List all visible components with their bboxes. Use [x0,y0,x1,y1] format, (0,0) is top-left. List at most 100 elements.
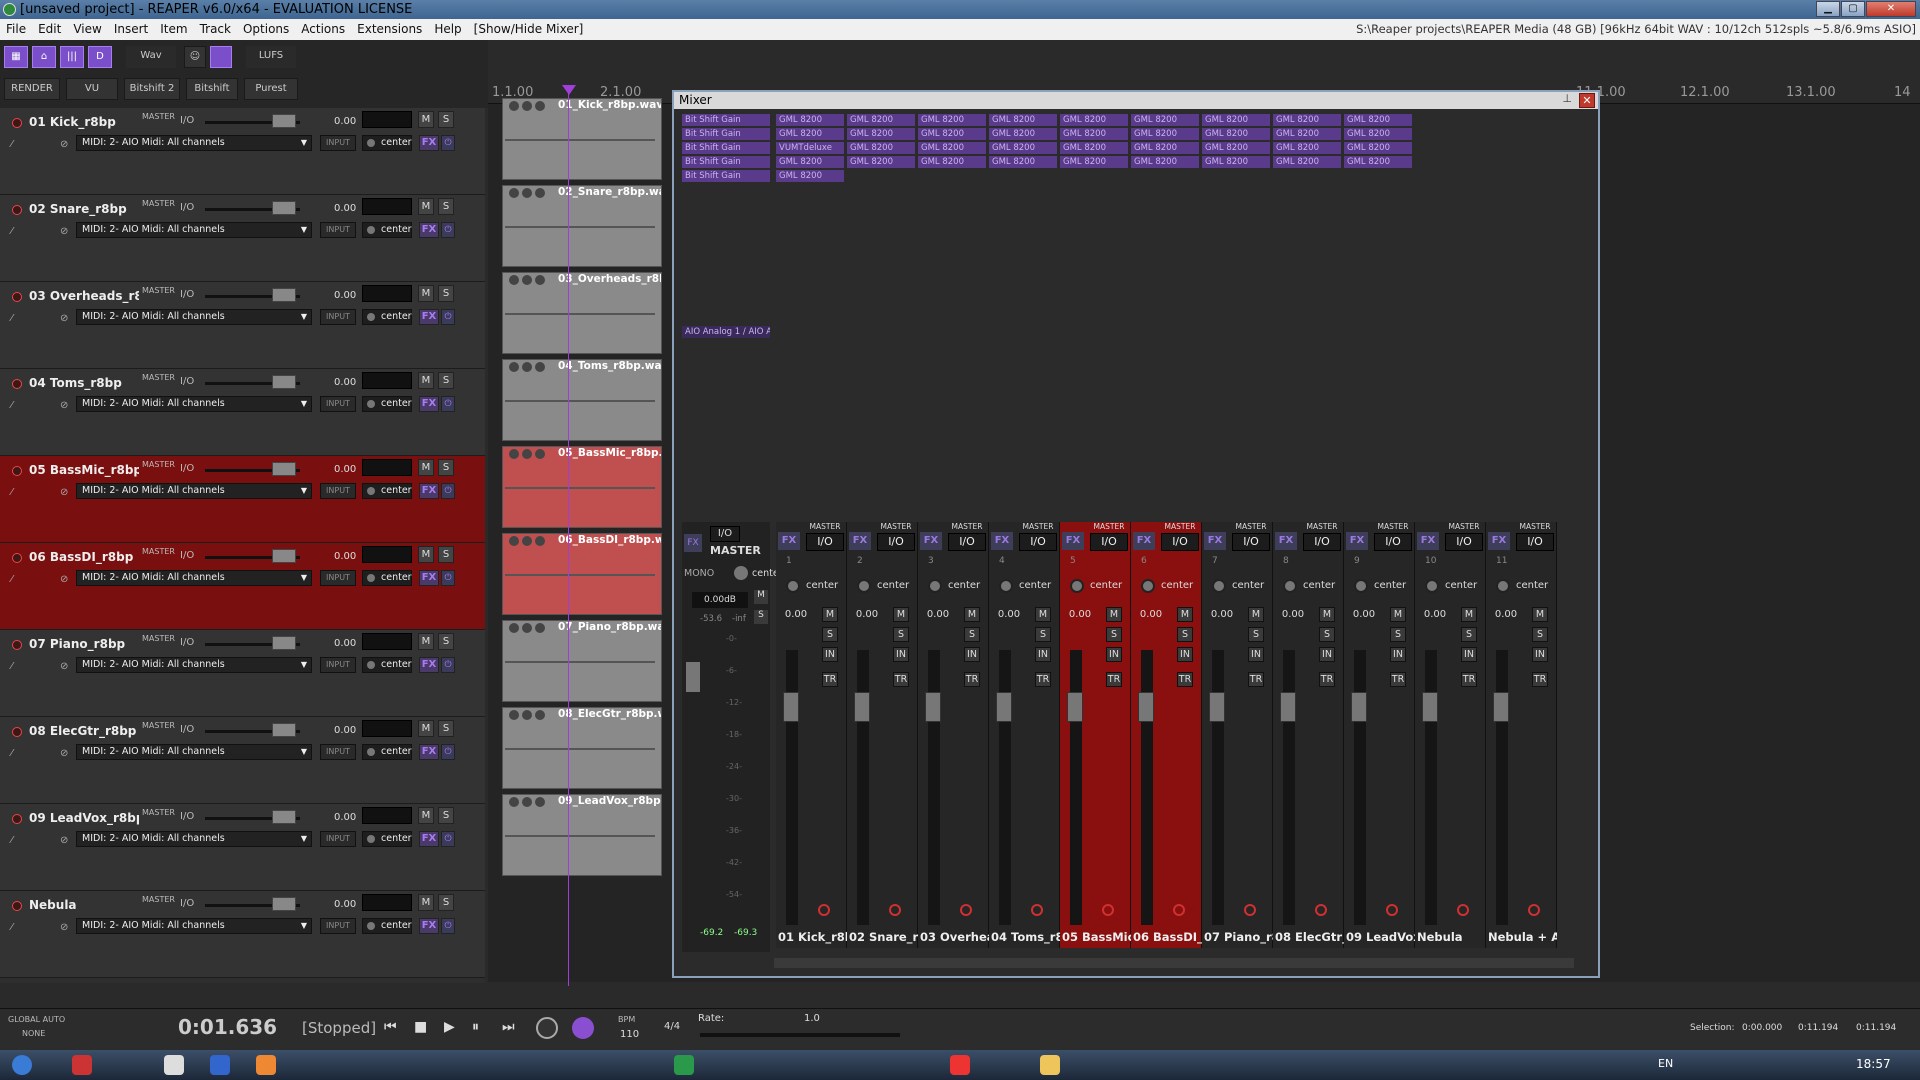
volume-fader-knob[interactable] [272,114,296,128]
strip-record-arm[interactable] [1102,904,1114,916]
stop-icon[interactable]: ■ [414,1019,427,1035]
pan-control[interactable]: center [362,483,412,499]
strip-io-button[interactable]: I/O [1161,533,1199,551]
pin-icon[interactable]: ⊥ [1562,92,1572,105]
envelope-icon[interactable]: ⁄ [11,313,13,324]
strip-fx-button[interactable]: FX [849,532,871,550]
pan-knob[interactable] [1496,579,1510,593]
strip-io-button[interactable]: I/O [1090,533,1128,551]
track-row[interactable]: 07 Piano_r8bp MASTER I/O 0.00 M S ⁄ ⊘ MI… [0,630,485,717]
input-monitor-button[interactable]: INPUT [320,483,356,499]
strip-fx-slot[interactable]: GML 8200 [847,114,915,127]
strip-fx-slot[interactable]: GML 8200 [1344,128,1412,141]
mute-button[interactable]: M [418,372,434,389]
track-row[interactable]: 01 Kick_r8bp MASTER I/O 0.00 M S ⁄ ⊘ MID… [0,108,485,195]
record-arm-button[interactable] [12,727,22,737]
strip-input-button[interactable]: IN [893,647,909,662]
grid-icon[interactable]: ▦ [4,46,28,68]
solo-button[interactable]: S [438,546,454,563]
pan-knob[interactable] [1070,579,1084,593]
playhead-marker-icon[interactable] [562,85,576,95]
menu-file[interactable]: File [0,19,32,40]
repeat-icon[interactable] [572,1017,594,1039]
pan-control[interactable]: center [362,657,412,673]
strip-fx-button[interactable]: FX [1133,532,1155,550]
auto-mode-value[interactable]: NONE [22,1029,45,1038]
strip-trim-button[interactable]: TR [1390,672,1406,687]
strip-fx-slot[interactable]: GML 8200 [776,156,844,169]
input-monitor-button[interactable]: INPUT [320,222,356,238]
strip-pan[interactable]: center [1066,577,1128,595]
pan-control[interactable]: center [362,918,412,934]
strip-mute-button[interactable]: M [1461,607,1477,622]
strip-fader[interactable] [1493,692,1509,722]
strip-input-button[interactable]: IN [1248,647,1264,662]
solo-button[interactable]: S [438,807,454,824]
mixer-strip[interactable]: FX MASTER I/O 2 center 0.00 M S IN TR 02… [847,522,918,948]
go-to-start-icon[interactable]: ⏮ [384,1019,397,1035]
track-name[interactable]: 05 BassMic_r8bp [29,463,139,477]
mute-button[interactable]: M [418,546,434,563]
media-item[interactable]: 09_LeadVox_r8bp.wav [502,794,662,876]
io-button[interactable]: I/O [180,289,194,300]
track-name[interactable]: 06 BassDI_r8bp [29,550,139,564]
strip-solo-button[interactable]: S [1035,627,1051,642]
solo-button[interactable]: S [438,894,454,911]
power-icon[interactable]: ⏻ [441,135,455,151]
mixer-strip[interactable]: FX MASTER I/O 5 center 0.00 M S IN TR 05… [1060,522,1131,948]
language-indicator[interactable]: EN [1658,1057,1673,1070]
selection-length[interactable]: 0:11.194 [1856,1023,1896,1033]
pan-knob[interactable] [367,487,375,495]
fx-button[interactable]: FX [419,831,439,847]
phase-icon[interactable]: ⊘ [60,139,68,150]
mute-button[interactable]: M [418,459,434,476]
fx-button[interactable]: FX [419,135,439,151]
strip-mute-button[interactable]: M [893,607,909,622]
strip-solo-button[interactable]: S [1532,627,1548,642]
strip-fader[interactable] [783,692,799,722]
strip-pan[interactable]: center [995,577,1057,595]
pan-knob[interactable] [367,574,375,582]
input-monitor-button[interactable]: INPUT [320,918,356,934]
strip-fx-slot[interactable]: GML 8200 [989,114,1057,127]
input-select[interactable]: MIDI: 2- AIO Midi: All channels ▼ [76,483,312,499]
master-fx-slot[interactable]: Bit Shift Gain [682,114,770,127]
strip-mute-button[interactable]: M [1390,607,1406,622]
strip-fx-slot[interactable]: GML 8200 [918,128,986,141]
strip-fx-slot[interactable]: GML 8200 [1273,128,1341,141]
strip-name[interactable]: 06 BassDI_r8 [1133,930,1202,944]
volume-fader-knob[interactable] [272,636,296,650]
power-icon[interactable]: ⏻ [441,918,455,934]
strip-name[interactable]: 05 BassMic [1062,930,1131,944]
record-arm-button[interactable] [12,901,22,911]
vu-button[interactable]: VU [66,78,118,100]
strip-record-arm[interactable] [1031,904,1043,916]
strip-record-arm[interactable] [889,904,901,916]
mixer-strip[interactable]: FX MASTER I/O 11 center 0.00 M S IN TR N… [1486,522,1557,948]
strip-solo-button[interactable]: S [893,627,909,642]
strip-input-button[interactable]: IN [1390,647,1406,662]
chrome-icon[interactable] [950,1055,970,1075]
strip-trim-button[interactable]: TR [1532,672,1548,687]
track-name[interactable]: 04 Toms_r8bp [29,376,139,390]
solo-button[interactable]: S [438,633,454,650]
input-select[interactable]: MIDI: 2- AIO Midi: All channels ▼ [76,657,312,673]
volume-fader-knob[interactable] [272,723,296,737]
strip-input-button[interactable]: IN [964,647,980,662]
track-name[interactable]: 07 Piano_r8bp [29,637,139,651]
phase-icon[interactable]: ⊘ [60,922,68,933]
strip-input-button[interactable]: IN [1177,647,1193,662]
input-monitor-button[interactable]: INPUT [320,135,356,151]
strip-fx-slot[interactable]: GML 8200 [1344,114,1412,127]
track-name[interactable]: 08 ElecGtr_r8bp [29,724,139,738]
mixer-strip[interactable]: FX MASTER I/O 3 center 0.00 M S IN TR 03… [918,522,989,948]
mute-button[interactable]: M [418,633,434,650]
strip-fx-slot[interactable]: GML 8200 [989,142,1057,155]
pan-knob[interactable] [1141,579,1155,593]
envelope-icon[interactable]: ⁄ [11,661,13,672]
strip-fx-button[interactable]: FX [778,532,800,550]
strip-record-arm[interactable] [818,904,830,916]
mixer-close-button[interactable]: ✕ [1579,93,1595,108]
strip-input-button[interactable]: IN [1461,647,1477,662]
strip-fader[interactable] [1351,692,1367,722]
